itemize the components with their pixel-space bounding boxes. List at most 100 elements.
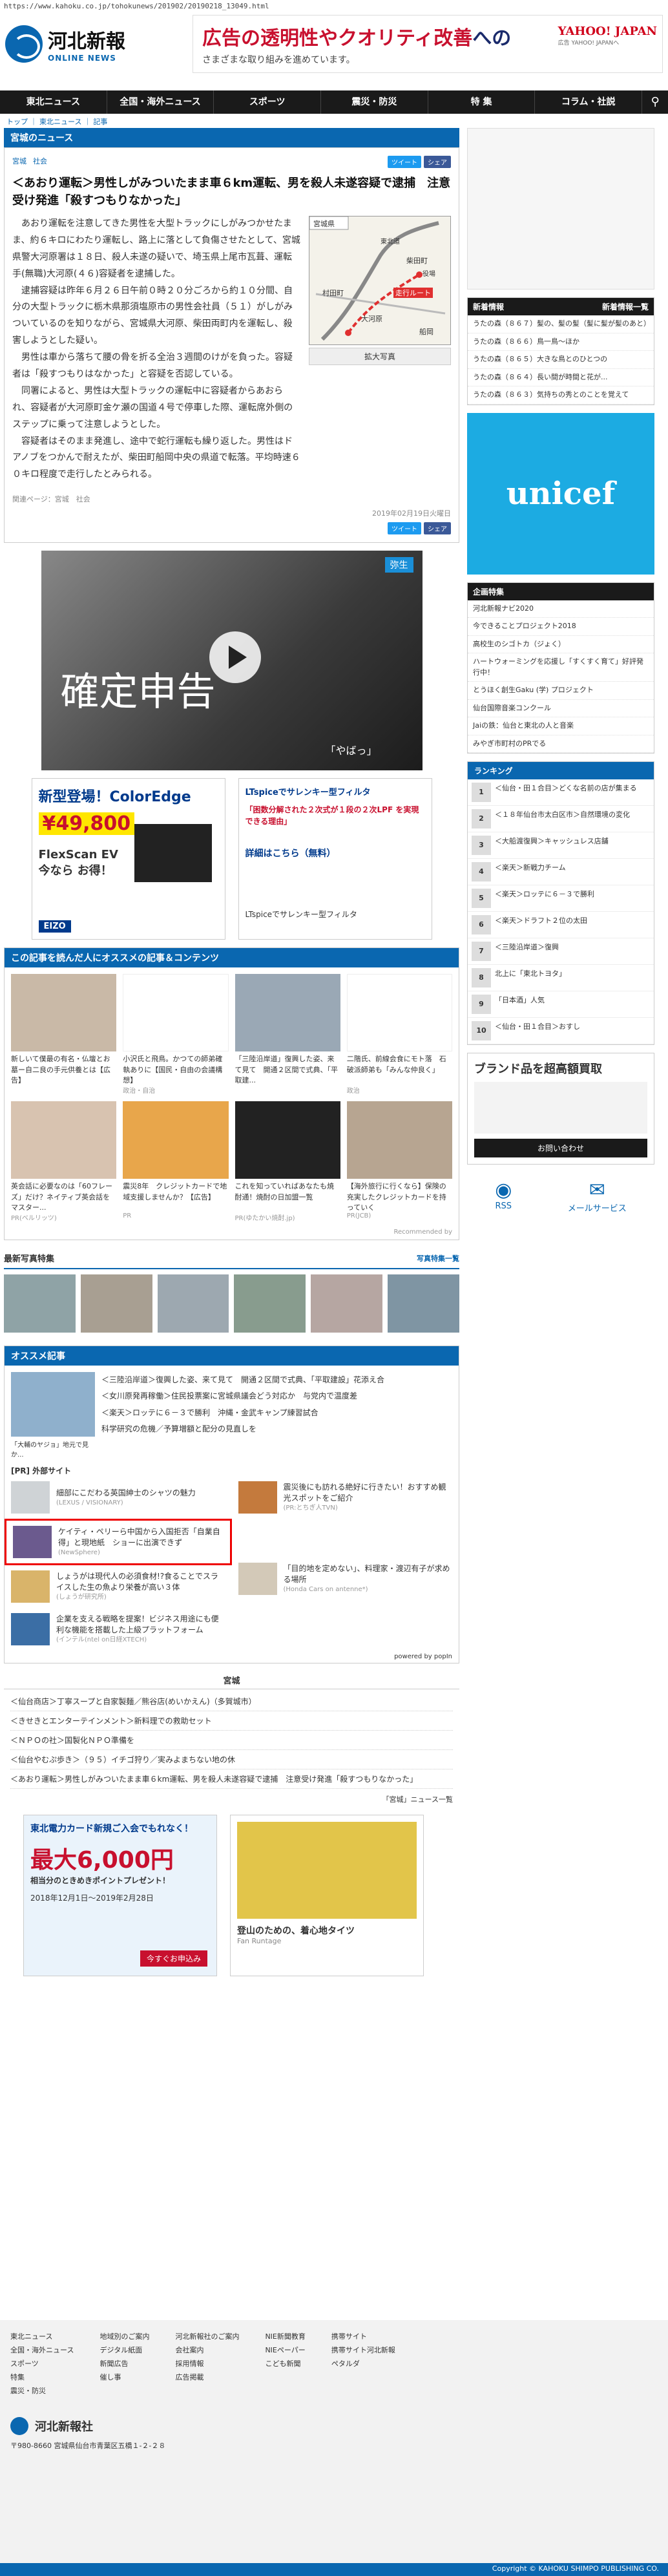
news-item[interactable]: ＜あおり運転＞男性しがみついたまま車６km運転、男を殺人未遂容疑で逮捕 注意受け… <box>10 1769 453 1789</box>
osusume-image[interactable] <box>11 1372 95 1437</box>
top-banner-ad[interactable]: 広告の透明性やクオリティ改善への さまざまな取り組みを進めています。 YAHOO… <box>193 15 663 73</box>
new-info-item[interactable]: うたの森（８６５）大きな鳥とのひとつの <box>468 351 654 369</box>
rec-item[interactable]: 二階氏、前線会食にモト落 石破派師弟も「みんな仲良く」 政治 <box>346 974 452 1095</box>
play-icon[interactable] <box>209 631 261 684</box>
breadcrumb[interactable]: トップ ｜ 東北ニュース ｜ 記事 <box>0 114 668 128</box>
new-info-item[interactable]: うたの森（８６６）鳥一鳥〜ほか <box>468 333 654 351</box>
news-item[interactable]: ＜ＮＰＯの社＞国製化ＮＰＯ準備を <box>10 1731 453 1751</box>
tweet-button[interactable]: ツイート <box>388 522 421 535</box>
rec-item[interactable]: 小沢氏と飛鳥。かつての師弟確執ありに【国民・自由の会議構想】 政治・自治 <box>123 974 229 1095</box>
news-item[interactable]: ＜仙台商店＞丁寧スープと自家製麺／熊谷店(めいかえん)（多賀城市） <box>10 1692 453 1712</box>
rec-item[interactable]: 震災8年 クレジットカードで地域支援しませんか？【広告】 PR <box>123 1101 229 1222</box>
nav-national[interactable]: 全国・海外ニュース <box>107 90 214 114</box>
facebook-share-button[interactable]: シェア <box>424 522 451 535</box>
tag-society[interactable]: 社会 <box>33 156 47 168</box>
tag-miyagi[interactable]: 宮城 <box>12 156 26 168</box>
footer-link[interactable]: 新聞広告 <box>99 2358 149 2371</box>
new-info-item[interactable]: うたの森（８６４）長い間が時間と花が... <box>468 369 654 386</box>
facebook-share-button[interactable]: シェア <box>424 156 451 168</box>
nav-features[interactable]: 特 集 <box>428 90 536 114</box>
rec-item[interactable]: 新しいて僕最の有名・仏壇とお墓ー自二良の手元供養とは【広告】 <box>11 974 117 1095</box>
related-pages[interactable]: 関連ページ：宮城 社会 <box>12 494 451 504</box>
footer-link[interactable]: 地域別のご案内 <box>99 2330 149 2344</box>
new-info-item[interactable]: うたの森（８６３）気持ちの秀とのことを覚えて <box>468 386 654 405</box>
ltspice-ad[interactable]: LTspiceでサレンキー型フィルタ 「困数分解された２次式が１段の２次LPF … <box>238 778 432 940</box>
new-info-more[interactable]: 新着情報一覧 <box>602 301 649 312</box>
footer-link[interactable]: 東北ニュース <box>10 2330 74 2344</box>
photo-thumb[interactable] <box>311 1274 383 1333</box>
pr-item[interactable]: 細部にこだわる英国紳士のシャツの魅力 (LEXUS / VISIONARY) <box>5 1476 232 1519</box>
ad-cta[interactable]: 詳細はこちら（無料） <box>245 847 425 860</box>
search-icon[interactable]: ⚲ <box>642 90 668 114</box>
photo-thumb[interactable] <box>80 1274 152 1333</box>
eizo-ad[interactable]: 新型登場！ColorEdge ¥49,800 FlexScan EV 今なら お… <box>31 778 225 940</box>
footer-link[interactable]: NIEペーパー <box>265 2344 305 2358</box>
pr-item-highlighted[interactable]: ケイティ・ペリーら中国から入国拒否「自業自得」と現地紙 ショーに出演できず (Ne… <box>5 1519 232 1566</box>
pr-item[interactable]: 「目的地を定めない」、料理家・渡辺有子が求める場所 (Honda Cars on … <box>232 1557 459 1600</box>
brand-buy-ad[interactable]: ブランド品を超高額買取 お問い合わせ <box>467 1053 654 1165</box>
pr-item[interactable]: しょうがは現代人の必須食材!?食ることでスライスした生の魚より栄養が高い３体 (し… <box>5 1565 232 1608</box>
ranking-item[interactable]: 1 ＜仙台・田１合目＞どくな名前の店が集まる <box>468 779 654 806</box>
feature-item[interactable]: Jaiの鉄：仙台と東北の人と音楽 <box>468 717 654 735</box>
new-info-item[interactable]: うたの森（８６７）髪の、髪の髪（髪に髪が髪のあと） <box>468 315 654 333</box>
feature-item[interactable]: 今できることプロジェクト2018 <box>468 618 654 636</box>
ranking-item[interactable]: 10 ＜仙台・田１合目＞おすし <box>468 1018 654 1044</box>
nav-tohoku[interactable]: 東北ニュース <box>0 90 107 114</box>
osusume-item[interactable]: ＜三陸沿岸道＞復興した姿、来て見て 開通２区間で式典、「平取建設」花添え合 <box>101 1372 452 1388</box>
photo-thumb[interactable] <box>4 1274 76 1333</box>
feature-item[interactable]: 仙台国際音楽コンクール <box>468 700 654 717</box>
photo-thumb[interactable] <box>157 1274 229 1333</box>
pr-item[interactable]: 企業を支える戦略を提案！ビジネス用途にも便利な機能を搭載した上級プラットフォーム… <box>5 1608 232 1651</box>
footer-link[interactable]: 催し事 <box>99 2371 149 2385</box>
photo-thumb[interactable] <box>234 1274 306 1333</box>
footer-link[interactable]: デジタル紙面 <box>99 2344 149 2358</box>
mail-service-link[interactable]: ✉ メールサービス <box>568 1179 627 1214</box>
ranking-item[interactable]: 9 「日本酒」人気 <box>468 991 654 1018</box>
osusume-item[interactable]: ＜楽天＞ロッテに６－３で勝利 沖縄・金武キャンプ練習試合 <box>101 1405 452 1421</box>
footer-link[interactable]: こども新聞 <box>265 2358 305 2371</box>
pr-item[interactable]: 震災後にも訪れる絶好に行きたい！おすすめ観光スポットをご紹介 (PR:とちぎ人TV… <box>232 1476 459 1519</box>
nav-sports[interactable]: スポーツ <box>214 90 322 114</box>
footer-link[interactable]: NIE新聞教育 <box>265 2330 305 2344</box>
ranking-item[interactable]: 3 ＜大船渡復興＞キャッシュレス店舗 <box>468 832 654 859</box>
sidebar-ad-top[interactable] <box>467 128 654 290</box>
osusume-item[interactable]: ＜女川原発再稼働＞住民投票案に宮城県議会どう対応か 与党内で温度差 <box>101 1388 452 1404</box>
feature-item[interactable]: ハートウォーミングを応援し「すくすく育て」好評発行中！ <box>468 653 654 682</box>
site-logo[interactable]: 河北新報 ONLINE NEWS <box>5 25 154 63</box>
unicef-ad[interactable]: unicef <box>467 412 654 575</box>
footer-link[interactable]: 携帯サイト河北新報 <box>331 2344 395 2358</box>
ranking-item[interactable]: 5 ＜楽天＞ロッテに６－３で勝利 <box>468 885 654 912</box>
photo-thumb[interactable] <box>388 1274 459 1333</box>
rss-link[interactable]: ◉ RSS <box>495 1179 512 1214</box>
osusume-item[interactable]: 科学研究の危機／予算増額と配分の見直しを <box>101 1421 452 1437</box>
ranking-item[interactable]: 6 ＜楽天＞ドラフト２位の太田 <box>468 912 654 938</box>
feature-item[interactable]: 高校生のシゴトカ（ジょく） <box>468 636 654 653</box>
footer-link[interactable]: 全国・海外ニュース <box>10 2344 74 2358</box>
rec-item[interactable]: 【海外旅行に行くなら】保険の充実したクレジットカードを持っていく PR(JCB) <box>346 1101 452 1222</box>
tweet-button[interactable]: ツイート <box>388 156 421 168</box>
footer-link[interactable]: 震災・防災 <box>10 2385 74 2398</box>
tights-ad[interactable]: 登山のための、着心地タイツ Fan Runtage <box>230 1815 424 1977</box>
video-ad[interactable]: 弥生 確定申告 「やばっ」 <box>41 551 423 771</box>
footer-link[interactable]: 特集 <box>10 2371 74 2385</box>
photo-more-link[interactable]: 写真特集一覧 <box>417 1253 459 1263</box>
enlarge-photo-button[interactable]: 拡大写真 <box>309 348 451 365</box>
nav-disaster[interactable]: 震災・防災 <box>321 90 428 114</box>
footer-link[interactable]: ペタルダ <box>331 2358 395 2371</box>
inquiry-button[interactable]: お問い合わせ <box>474 1139 647 1157</box>
ranking-item[interactable]: 2 ＜１８年仙台市太白区市＞自然環境の変化 <box>468 806 654 832</box>
article-map[interactable]: 宮城県 大河原 柴田町 東北道 走行ルート 村田町 役場 船岡 拡大写真 <box>309 216 451 483</box>
rec-item[interactable]: 英会話に必要なのは「60フレーズ」だけ？ネイティブ英会話をマスター... PR(ベ… <box>11 1101 117 1222</box>
footer-link[interactable]: 河北新報社のご案内 <box>175 2330 239 2344</box>
feature-item[interactable]: とうほく創生Gaku (学) プロジェクト <box>468 682 654 700</box>
feature-item[interactable]: 河北新報ナビ2020 <box>468 600 654 618</box>
rec-item[interactable]: 「三陸沿岸道」復興した姿、来て見て 開通２区間で式典、「平取建... <box>235 974 340 1095</box>
miyagi-more-link[interactable]: 「宮城」ニュース一覧 <box>4 1791 459 1807</box>
ad-cta-button[interactable]: 今すぐお申込み <box>140 1950 207 1967</box>
footer-link[interactable]: 携帯サイト <box>331 2330 395 2344</box>
rec-item[interactable]: これを知っていればあなたも焼酎通！焼酎の日加盟一覧 PR(ゆたかい焼酎.jp) <box>235 1101 340 1222</box>
ranking-item[interactable]: 7 ＜三陸沿岸道＞復興 <box>468 938 654 965</box>
footer-link[interactable]: 広告掲載 <box>175 2371 239 2385</box>
news-item[interactable]: ＜きせきとエンターテインメント＞新料理での救助セット <box>10 1711 453 1731</box>
feature-item[interactable]: みやぎ市町村のPRでる <box>468 735 654 753</box>
